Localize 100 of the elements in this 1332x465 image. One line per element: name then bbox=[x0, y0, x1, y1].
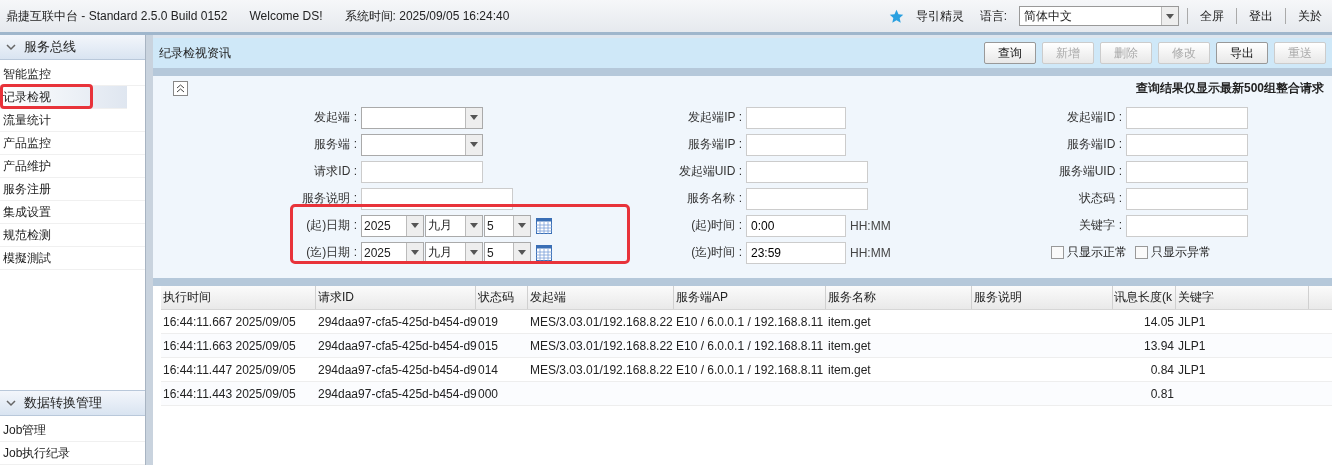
column-header[interactable]: 状态码 bbox=[476, 286, 528, 309]
top-link[interactable]: 关於 bbox=[1298, 7, 1322, 25]
column-header[interactable]: 服务端AP bbox=[674, 286, 826, 309]
calendar-icon[interactable] bbox=[536, 244, 552, 261]
table-cell: MES/3.03.01/192.168.8.22 bbox=[530, 338, 673, 353]
table-cell: JLP1 bbox=[1178, 362, 1206, 377]
field-label: (起)日期 : bbox=[305, 217, 358, 234]
table-cell: 019 bbox=[478, 314, 499, 329]
year-dropdown[interactable]: 2025 bbox=[361, 241, 424, 264]
text-field[interactable] bbox=[1126, 106, 1248, 129]
time-field[interactable]: 0:00 bbox=[746, 214, 846, 237]
collapse-icon[interactable] bbox=[173, 80, 188, 96]
text-field[interactable] bbox=[746, 160, 868, 183]
field-label: 服务端UID : bbox=[1057, 163, 1123, 180]
table-cell: 13.94 bbox=[1143, 338, 1174, 353]
checkbox[interactable] bbox=[1135, 246, 1148, 259]
result-note: 查询结果仅显示最新500组整合请求 bbox=[1135, 79, 1324, 97]
guide-link[interactable]: 导引精灵 bbox=[915, 7, 964, 25]
field-label: 服务端IP : bbox=[687, 136, 743, 153]
caret-icon[interactable] bbox=[411, 250, 419, 255]
caret-icon[interactable] bbox=[518, 250, 526, 255]
caret-icon[interactable] bbox=[1166, 13, 1174, 19]
column-header[interactable]: 执行时间 bbox=[161, 286, 316, 309]
day-dropdown[interactable]: 5 bbox=[484, 214, 531, 237]
caret-icon[interactable] bbox=[470, 223, 478, 228]
year-dropdown[interactable]: 2025 bbox=[361, 214, 424, 237]
table-cell: 0.81 bbox=[1150, 386, 1174, 401]
field-label: 发起端UID : bbox=[677, 163, 743, 180]
star-icon[interactable] bbox=[888, 8, 904, 24]
text-field[interactable] bbox=[361, 187, 513, 210]
field-label: (起)时间 : bbox=[690, 217, 743, 234]
system-time: 系统时间: 2025/09/05 16:24:40 bbox=[344, 7, 510, 25]
field-label: 关键字 : bbox=[1078, 217, 1123, 234]
format-hint: HH:MM bbox=[850, 245, 891, 260]
table-cell: 294daa97-cfa5-425d-b454-d9 bbox=[318, 338, 476, 353]
month-dropdown[interactable]: 九月 bbox=[425, 241, 483, 264]
table-cell: 000 bbox=[478, 386, 499, 401]
calendar-icon[interactable] bbox=[536, 217, 552, 234]
app-title: 鼎捷互联中台 - Standard 2.5.0 Build 0152 bbox=[6, 7, 228, 25]
caret-icon[interactable] bbox=[470, 142, 478, 147]
table-cell: 014 bbox=[478, 362, 499, 377]
table-cell: 294daa97-cfa5-425d-b454-d9 bbox=[318, 314, 476, 329]
text-field[interactable] bbox=[746, 187, 868, 210]
column-header[interactable]: 讯息长度(k bbox=[1113, 286, 1176, 309]
table-cell: item.get bbox=[828, 362, 871, 377]
text-field[interactable] bbox=[746, 133, 846, 156]
top-link[interactable]: 全屏 bbox=[1200, 7, 1224, 25]
text-field[interactable] bbox=[1126, 160, 1248, 183]
field-label: 服务端 : bbox=[313, 136, 358, 153]
column-header[interactable]: 发起端 bbox=[528, 286, 674, 309]
table-cell: 16:44:11.667 2025/09/05 bbox=[163, 314, 296, 329]
checkbox-label: 只显示异常 bbox=[1151, 244, 1211, 261]
text-field[interactable] bbox=[1126, 133, 1248, 156]
top-link[interactable]: 登出 bbox=[1249, 7, 1273, 25]
table-cell: 16:44:11.443 2025/09/05 bbox=[163, 386, 296, 401]
table-cell: MES/3.03.01/192.168.8.22 bbox=[530, 362, 673, 377]
checkbox[interactable] bbox=[1051, 246, 1064, 259]
month-dropdown[interactable]: 九月 bbox=[425, 214, 483, 237]
dropdown-field[interactable] bbox=[361, 106, 483, 129]
table-cell: item.get bbox=[828, 314, 871, 329]
chevron-icon[interactable] bbox=[6, 43, 16, 51]
column-header[interactable]: 关键字 bbox=[1176, 286, 1309, 309]
language-label: 语言: bbox=[979, 7, 1007, 25]
table-cell: 14.05 bbox=[1143, 314, 1174, 329]
field-label: 服务端ID : bbox=[1066, 136, 1123, 153]
column-header[interactable]: 请求ID bbox=[316, 286, 476, 309]
sidebar-item[interactable]: 记录检视 bbox=[0, 86, 127, 109]
section-header[interactable]: 服务总线 bbox=[0, 35, 145, 60]
table-cell: 0.84 bbox=[1150, 362, 1174, 377]
caret-icon[interactable] bbox=[411, 223, 419, 228]
field-label: 发起端 : bbox=[313, 109, 358, 126]
caret-icon[interactable] bbox=[470, 250, 478, 255]
section-header[interactable]: 数据转换管理 bbox=[0, 391, 145, 416]
toolbar-button[interactable]: 导出 bbox=[1216, 42, 1268, 64]
welcome-text: Welcome DS! bbox=[249, 9, 323, 23]
checkbox-label: 只显示正常 bbox=[1067, 244, 1127, 261]
caret-icon[interactable] bbox=[518, 223, 526, 228]
column-header[interactable]: 服务说明 bbox=[972, 286, 1113, 309]
table-cell: 16:44:11.663 2025/09/05 bbox=[163, 338, 296, 353]
column-header[interactable]: 服务名称 bbox=[826, 286, 972, 309]
text-field[interactable] bbox=[361, 160, 483, 183]
time-field[interactable]: 23:59 bbox=[746, 241, 846, 264]
day-dropdown[interactable]: 5 bbox=[484, 241, 531, 264]
text-field[interactable] bbox=[746, 106, 846, 129]
text-field[interactable] bbox=[1126, 214, 1248, 237]
format-hint: HH:MM bbox=[850, 218, 891, 233]
language-select[interactable]: 简体中文 bbox=[1019, 6, 1179, 26]
table-cell: 294daa97-cfa5-425d-b454-d9 bbox=[318, 362, 476, 377]
table-cell: JLP1 bbox=[1178, 338, 1206, 353]
table-cell: E10 / 6.0.0.1 / 192.168.8.11 bbox=[676, 314, 824, 329]
caret-icon[interactable] bbox=[470, 115, 478, 120]
splitter-bar[interactable] bbox=[145, 35, 153, 465]
field-label: 服务名称 : bbox=[686, 190, 743, 207]
toolbar-button[interactable]: 查询 bbox=[984, 42, 1036, 64]
dropdown-field[interactable] bbox=[361, 133, 483, 156]
chevron-icon[interactable] bbox=[6, 399, 16, 407]
table-cell: 294daa97-cfa5-425d-b454-d9 bbox=[318, 386, 476, 401]
table-cell: item.get bbox=[828, 338, 871, 353]
text-field[interactable] bbox=[1126, 187, 1248, 210]
table-cell: JLP1 bbox=[1178, 314, 1206, 329]
